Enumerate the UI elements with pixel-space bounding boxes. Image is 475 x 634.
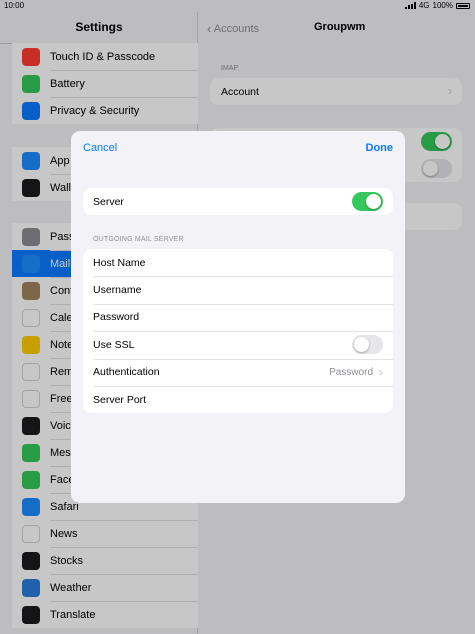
server-toggle[interactable] [352, 192, 383, 212]
use-ssl-toggle[interactable] [352, 335, 383, 355]
host-name-field[interactable]: Host Name [83, 249, 393, 276]
username-field[interactable]: Username [83, 276, 393, 303]
outgoing-card: Host Name Username Password Use SSL Auth… [83, 249, 393, 414]
authentication-row[interactable]: Authentication Password › [83, 358, 393, 386]
outgoing-server-modal: Cancel Done Server OUTGOING MAIL SERVER … [71, 131, 405, 503]
toggle-knob [366, 194, 381, 210]
cancel-button[interactable]: Cancel [83, 142, 117, 154]
toggle-knob [354, 337, 369, 353]
use-ssl-row: Use SSL [83, 331, 393, 358]
outgoing-section-header: OUTGOING MAIL SERVER [93, 236, 184, 243]
server-port-label: Server Port [93, 393, 147, 406]
authentication-value-wrap: Password › [329, 365, 383, 379]
password-field[interactable]: Password [83, 303, 393, 331]
server-label: Server [93, 195, 124, 208]
authentication-value: Password [329, 366, 373, 378]
authentication-label: Authentication [93, 366, 160, 379]
server-port-field[interactable]: Server Port [83, 385, 393, 413]
use-ssl-label: Use SSL [93, 338, 135, 351]
done-button[interactable]: Done [366, 142, 394, 154]
username-label: Username [93, 284, 142, 297]
server-row: Server [83, 188, 393, 215]
server-card: Server [83, 188, 393, 216]
password-label: Password [93, 311, 140, 324]
host-name-label: Host Name [93, 256, 146, 269]
chevron-right-icon: › [379, 365, 383, 380]
